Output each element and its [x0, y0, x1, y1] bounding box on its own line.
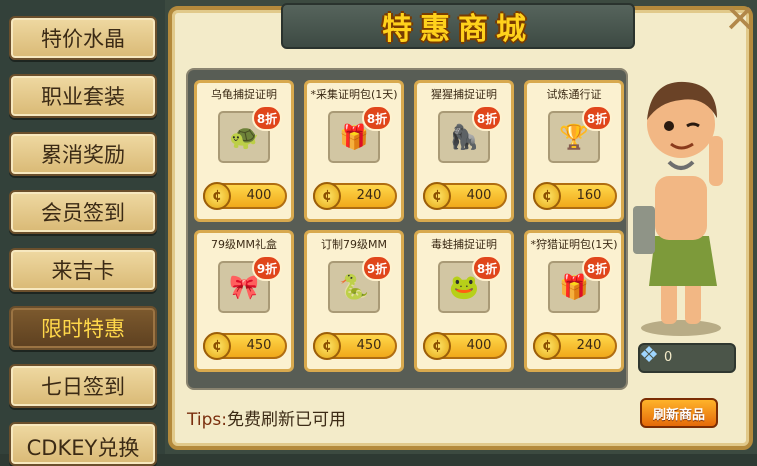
shop-item-card[interactable]: 79级MM礼盒 🎀 9折 ¢ 450 — [194, 230, 294, 372]
price-tag: ¢ 240 — [533, 332, 617, 360]
menu-item-crystal[interactable]: 特价水晶 — [9, 16, 157, 60]
price-value: 240 — [356, 188, 382, 203]
price-tag: ¢ 400 — [423, 182, 507, 210]
menu-item-lucky-card[interactable]: 来吉卡 — [9, 248, 157, 292]
price-value: 160 — [576, 188, 602, 203]
discount-badge: 8折 — [252, 105, 282, 131]
item-name: 毒蛙捕捉证明 — [431, 238, 497, 251]
shop-item-card[interactable]: 试炼通行证 🏆 8折 ¢ 160 — [524, 80, 624, 222]
menu-item-job-suit[interactable]: 职业套装 — [9, 74, 157, 118]
coin-icon: ¢ — [313, 182, 341, 210]
gem-counter: ❖ 0 — [638, 343, 736, 373]
gem-value: 0 — [664, 350, 673, 365]
menu-item-vip-signin[interactable]: 会员签到 — [9, 190, 157, 234]
refresh-button[interactable]: 刷新商品 — [640, 398, 718, 428]
item-name: 79级MM礼盒 — [211, 238, 277, 251]
item-name: 试炼通行证 — [546, 88, 602, 101]
price-value: 400 — [466, 188, 492, 203]
menu-item-seven-day-signin[interactable]: 七日签到 — [9, 364, 157, 408]
menu-item-cdkey[interactable]: CDKEY兑换 — [9, 422, 157, 466]
discount-badge: 8折 — [472, 255, 502, 281]
close-icon[interactable]: ✕ — [723, 0, 757, 38]
coin-icon: ¢ — [423, 182, 451, 210]
discount-badge: 8折 — [582, 255, 612, 281]
price-value: 450 — [246, 338, 272, 353]
coin-icon: ¢ — [533, 332, 561, 360]
coin-icon: ¢ — [533, 182, 561, 210]
gem-icon: ❖ — [639, 343, 659, 368]
price-value: 400 — [466, 338, 492, 353]
shop-item-card[interactable]: 订制79级MM 🐍 9折 ¢ 450 — [304, 230, 404, 372]
item-name: *采集证明包(1天) — [310, 88, 398, 101]
discount-badge: 8折 — [582, 105, 612, 131]
price-value: 400 — [246, 188, 272, 203]
side-menu: 特价水晶 职业套装 累消奖励 会员签到 来吉卡 限时特惠 七日签到 CDKEY兑… — [0, 0, 165, 466]
price-tag: ¢ 240 — [313, 182, 397, 210]
price-tag: ¢ 450 — [203, 332, 287, 360]
discount-badge: 9折 — [362, 255, 392, 281]
title-plate: 特惠商城 — [281, 3, 635, 49]
shop-item-card[interactable]: 毒蛙捕捉证明 🐸 8折 ¢ 400 — [414, 230, 514, 372]
price-tag: ¢ 400 — [423, 332, 507, 360]
menu-item-limited-offer[interactable]: 限时特惠 — [9, 306, 157, 350]
item-name: 订制79级MM — [321, 238, 387, 251]
shop-item-card[interactable]: 乌龟捕捉证明 🐢 8折 ¢ 400 — [194, 80, 294, 222]
item-name: *狩猎证明包(1天) — [530, 238, 618, 251]
price-tag: ¢ 400 — [203, 182, 287, 210]
coin-icon: ¢ — [203, 332, 231, 360]
game-window: 特价水晶 职业套装 累消奖励 会员签到 来吉卡 限时特惠 七日签到 CDKEY兑… — [0, 0, 757, 466]
shop-item-card[interactable]: *采集证明包(1天) 🎁 8折 ¢ 240 — [304, 80, 404, 222]
discount-badge: 9折 — [252, 255, 282, 281]
discount-badge: 8折 — [362, 105, 392, 131]
discount-badge: 8折 — [472, 105, 502, 131]
price-tag: ¢ 450 — [313, 332, 397, 360]
shop-title: 特惠商城 — [382, 12, 534, 47]
price-value: 450 — [356, 338, 382, 353]
coin-icon: ¢ — [313, 332, 341, 360]
price-value: 240 — [576, 338, 602, 353]
tips-label: Tips: — [187, 410, 227, 430]
coin-icon: ¢ — [203, 182, 231, 210]
tips-line: Tips:免费刷新已可用 — [187, 405, 346, 430]
shop-item-card[interactable]: 猩猩捕捉证明 🦍 8折 ¢ 400 — [414, 80, 514, 222]
coin-icon: ¢ — [423, 332, 451, 360]
item-name: 猩猩捕捉证明 — [431, 88, 497, 101]
caveman-character-icon — [633, 81, 723, 336]
shop-item-card[interactable]: *狩猎证明包(1天) 🎁 8折 ¢ 240 — [524, 230, 624, 372]
menu-item-spend-reward[interactable]: 累消奖励 — [9, 132, 157, 176]
item-name: 乌龟捕捉证明 — [211, 88, 277, 101]
tips-text: 免费刷新已可用 — [226, 410, 346, 430]
price-tag: ¢ 160 — [533, 182, 617, 210]
